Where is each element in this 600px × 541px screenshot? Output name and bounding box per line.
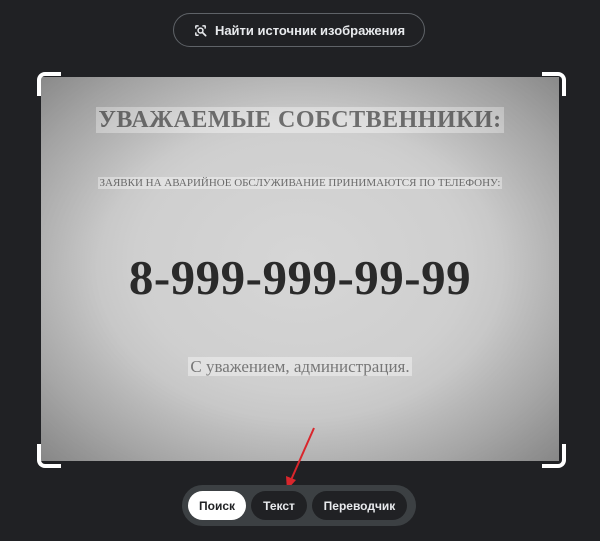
image-signature[interactable]: С уважением, администрация. [41, 357, 559, 377]
image-phone-number[interactable]: 8-999-999-99-99 [41, 249, 559, 306]
crop-handle-top-right[interactable] [542, 72, 566, 96]
mode-tab-bar: Поиск Текст Переводчик [182, 485, 416, 526]
crop-handle-bottom-right[interactable] [542, 444, 566, 468]
find-image-source-button[interactable]: Найти источник изображения [173, 13, 425, 47]
crop-handle-bottom-left[interactable] [37, 444, 61, 468]
crop-handle-top-left[interactable] [37, 72, 61, 96]
image-subline[interactable]: ЗАЯВКИ НА АВАРИЙНОЕ ОБСЛУЖИВАНИЕ ПРИНИМА… [41, 177, 559, 189]
tab-search[interactable]: Поиск [188, 491, 246, 520]
tab-text[interactable]: Текст [251, 491, 307, 520]
lens-search-icon [193, 23, 208, 38]
find-image-source-label: Найти источник изображения [214, 22, 406, 38]
selected-image[interactable]: УВАЖАЕМЫЕ СОБСТВЕННИКИ: ЗАЯВКИ НА АВАРИЙ… [41, 77, 559, 461]
tab-translate[interactable]: Переводчик [312, 491, 407, 520]
image-heading[interactable]: УВАЖАЕМЫЕ СОБСТВЕННИКИ: [41, 107, 559, 134]
